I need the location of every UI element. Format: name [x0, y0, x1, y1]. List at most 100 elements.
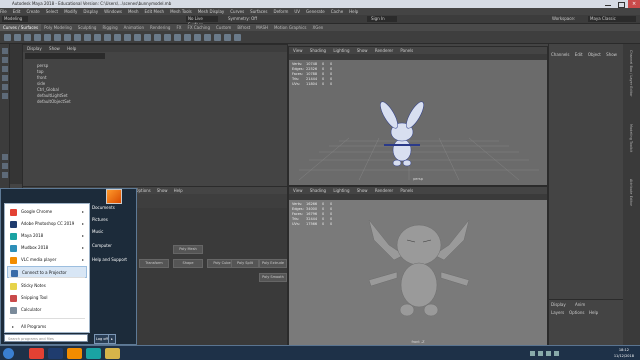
menu-cache[interactable]: Cache — [331, 8, 343, 15]
shelf-tab[interactable]: Poly Modeling — [41, 24, 75, 31]
start-program-item[interactable]: Calculator — [7, 304, 87, 316]
vp-menu-shading[interactable]: Shading — [310, 188, 326, 193]
shelf-tab[interactable]: Bifrost — [234, 24, 253, 31]
close-button[interactable]: × — [628, 0, 640, 8]
graph-node[interactable]: Poly Split — [231, 259, 259, 268]
rotate-tool-icon[interactable] — [2, 84, 8, 90]
menu-create[interactable]: Create — [26, 8, 39, 15]
vlc-icon[interactable] — [67, 348, 82, 359]
shelf-tab[interactable]: Animation — [121, 24, 147, 31]
outliner-item[interactable]: defaultObjectSet — [37, 99, 71, 105]
node-editor-menu-help[interactable]: Help — [174, 188, 183, 193]
vp-menu-shading[interactable]: Shading — [310, 48, 326, 53]
shelf-tab[interactable]: Curves / Surfaces — [0, 24, 42, 31]
menu-deform[interactable]: Deform — [273, 8, 288, 15]
select-tool-icon[interactable] — [2, 48, 8, 54]
channel-menu-object[interactable]: Object — [588, 52, 601, 57]
graph-node[interactable]: Poly Smooth — [259, 273, 287, 282]
start-place-computer[interactable]: Computer — [92, 241, 112, 251]
start-program-item[interactable]: Sticky Notes — [7, 280, 87, 292]
graph-node[interactable]: Poly Mesh — [173, 245, 203, 254]
start-program-item[interactable]: Mudbox 2018 ▸ — [7, 242, 87, 254]
outliner-menu-help[interactable]: Help — [67, 46, 76, 51]
chevron-right-icon[interactable]: ▸ — [82, 242, 84, 254]
menu-select[interactable]: Select — [46, 8, 58, 15]
start-program-item[interactable]: Google Chrome ▸ — [7, 206, 87, 218]
shelf-tab[interactable]: Rigging — [99, 24, 120, 31]
shelf-tool-icon[interactable] — [54, 34, 61, 41]
shelf-tab[interactable]: Custom — [213, 24, 234, 31]
tray-icon[interactable] — [538, 351, 543, 356]
maya-icon[interactable] — [86, 348, 101, 359]
shelf-tool-icon[interactable] — [124, 34, 131, 41]
shelf-tool-icon[interactable] — [174, 34, 181, 41]
viewport-front[interactable]: View Shading Lighting Show Renderer Pane… — [288, 186, 548, 349]
vp-menu-view[interactable]: View — [293, 48, 303, 53]
start-program-item[interactable]: Adobe Photoshop CC 2019 ▸ — [7, 218, 87, 230]
shelf-tab[interactable]: MASH — [253, 24, 271, 31]
menu-mesh-display[interactable]: Mesh Display — [198, 8, 225, 15]
layer-menu-help[interactable]: Help — [589, 310, 598, 316]
start-place-pictures[interactable]: Pictures — [92, 215, 108, 225]
shelf-tab[interactable]: Sculpting — [75, 24, 100, 31]
all-programs-button[interactable]: ▸ All Programs — [7, 322, 87, 331]
paint-select-icon[interactable] — [2, 66, 8, 72]
shelf-tool-icon[interactable] — [34, 34, 41, 41]
shelf-tool-icon[interactable] — [234, 34, 241, 41]
vp-menu-panels[interactable]: Panels — [400, 48, 413, 53]
shelf-tab[interactable]: Motion Graphics — [271, 24, 310, 31]
menu-curves[interactable]: Curves — [230, 8, 244, 15]
workspace-dropdown[interactable]: Maya Classic — [588, 16, 636, 22]
shelf-tab[interactable]: FX — [173, 24, 184, 31]
menu-generate[interactable]: Generate — [306, 8, 325, 15]
tray-icon[interactable] — [530, 351, 535, 356]
shelf-tool-icon[interactable] — [84, 34, 91, 41]
start-program-item[interactable]: Maya 2018 ▸ — [7, 230, 87, 242]
chevron-right-icon[interactable]: ▸ — [82, 218, 84, 230]
minimize-button[interactable] — [602, 0, 614, 8]
channel-menu-channels[interactable]: Channels — [551, 52, 570, 57]
layer-menu-options[interactable]: Options — [569, 310, 584, 316]
shelf-tool-icon[interactable] — [44, 34, 51, 41]
shelf-tab[interactable]: FX Caching — [185, 24, 213, 31]
node-editor-menu-show[interactable]: Show — [157, 188, 168, 193]
start-place-music[interactable]: Music — [92, 227, 103, 237]
move-tool-icon[interactable] — [2, 75, 8, 81]
layout-icon[interactable] — [2, 172, 8, 178]
layer-tab-display[interactable]: Display — [551, 302, 566, 308]
vp-menu-renderer[interactable]: Renderer — [375, 48, 393, 53]
side-tab-channel-box[interactable]: Channel Box / Layer Editor — [629, 50, 633, 97]
four-view-icon[interactable] — [2, 163, 8, 169]
shelf-tool-icon[interactable] — [94, 34, 101, 41]
shelf-tool-icon[interactable] — [224, 34, 231, 41]
start-program-item[interactable]: VLC media player ▸ — [7, 254, 87, 266]
menu-edit-mesh[interactable]: Edit Mesh — [145, 8, 165, 15]
graph-node[interactable]: Poly Extrude — [259, 259, 287, 268]
graph-node[interactable]: Shape — [173, 259, 203, 268]
network-icon[interactable] — [546, 351, 551, 356]
side-tab-modeling-toolkit[interactable]: Modeling Toolkit — [629, 124, 633, 152]
maximize-button[interactable] — [615, 0, 627, 8]
start-search-input[interactable]: Search programs and files — [4, 334, 88, 342]
graph-node[interactable]: Transform — [139, 259, 169, 268]
vp-menu-show[interactable]: Show — [357, 48, 368, 53]
vp-menu-lighting[interactable]: Lighting — [333, 188, 349, 193]
sign-in-button[interactable]: Sign In — [367, 16, 397, 22]
viewport-persp[interactable]: View Shading Lighting Show Renderer Pane… — [288, 46, 548, 186]
shelf-tool-icon[interactable] — [14, 34, 21, 41]
vp-menu-show[interactable]: Show — [357, 188, 368, 193]
outliner-menu-display[interactable]: Display — [27, 46, 42, 51]
shelf-tool-icon[interactable] — [64, 34, 71, 41]
volume-icon[interactable] — [554, 351, 559, 356]
taskbar-clock[interactable]: 18:12 11/12/2018 — [614, 347, 634, 359]
menu-windows[interactable]: Windows — [104, 8, 122, 15]
vp-menu-panels[interactable]: Panels — [400, 188, 413, 193]
shelf-tool-icon[interactable] — [204, 34, 211, 41]
menu-uv[interactable]: UV — [294, 8, 300, 15]
shelf-tool-icon[interactable] — [144, 34, 151, 41]
channel-menu-show[interactable]: Show — [606, 52, 617, 57]
shelf-tab[interactable]: Rendering — [147, 24, 173, 31]
shelf-tool-icon[interactable] — [104, 34, 111, 41]
channel-menu-edit[interactable]: Edit — [575, 52, 583, 57]
shelf-tool-icon[interactable] — [194, 34, 201, 41]
